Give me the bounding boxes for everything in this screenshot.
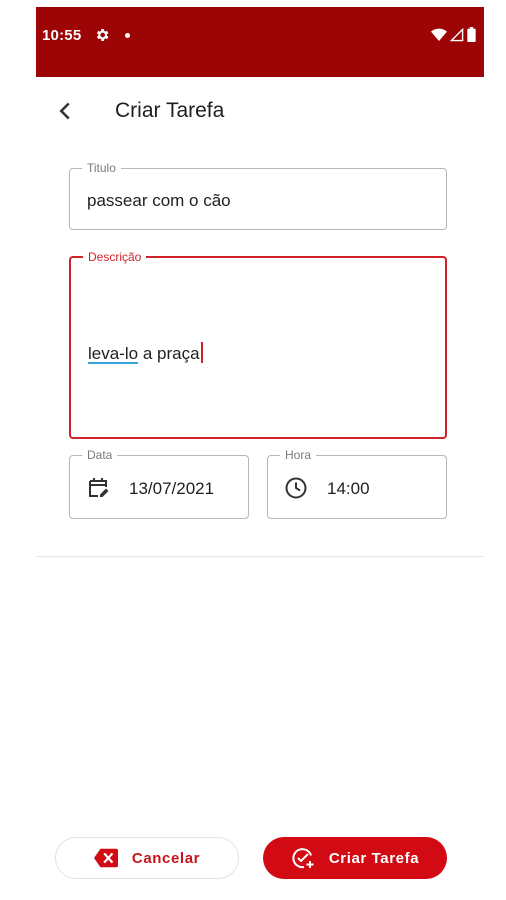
- status-bar: 10:55: [36, 7, 484, 77]
- text-cursor: [200, 342, 203, 363]
- battery-icon: [467, 27, 476, 42]
- titulo-field[interactable]: Titulo passear com o cão: [69, 161, 447, 230]
- backspace-x-icon: [93, 848, 118, 868]
- status-time: 10:55: [42, 27, 82, 44]
- signal-icon: [450, 27, 464, 41]
- titulo-label: Titulo: [82, 161, 121, 175]
- cancel-button[interactable]: Cancelar: [55, 837, 239, 879]
- calendar-edit-icon: [89, 478, 109, 497]
- hora-label: Hora: [280, 448, 317, 462]
- check-circle-add-icon: [292, 848, 314, 869]
- top-edge: [36, 0, 484, 6]
- app-bar: Criar Tarefa: [36, 88, 484, 136]
- descricao-rest: a praça: [138, 344, 200, 363]
- create-task-label: Criar Tarefa: [328, 849, 420, 867]
- descricao-field[interactable]: Descrição leva-lo a praça: [69, 250, 447, 439]
- gear-icon: [96, 29, 109, 41]
- chevron-left-icon[interactable]: [50, 96, 80, 126]
- page-title: Criar Tarefa: [115, 99, 225, 122]
- data-label: Data: [82, 448, 118, 462]
- wifi-icon: [431, 28, 447, 41]
- notification-dot-icon: [125, 33, 130, 38]
- clock-icon: [285, 477, 307, 499]
- descricao-value[interactable]: leva-lo a praça: [88, 342, 203, 364]
- hora-value: 14:00: [327, 479, 370, 498]
- descricao-label: Descrição: [83, 250, 147, 264]
- cancel-label: Cancelar: [131, 849, 201, 867]
- titulo-value[interactable]: passear com o cão: [87, 191, 231, 211]
- spellcheck-word: leva-lo: [88, 344, 139, 363]
- create-task-button[interactable]: Criar Tarefa: [263, 837, 447, 879]
- hora-field[interactable]: Hora 14:00: [267, 448, 447, 519]
- status-icons: [431, 27, 476, 42]
- divider: [36, 556, 484, 557]
- data-value: 13/07/2021: [129, 479, 215, 498]
- phone-screen: 10:55 Criar Tarefa Titulo passear com o …: [36, 0, 484, 900]
- data-field[interactable]: Data 13/07/2021: [69, 448, 249, 519]
